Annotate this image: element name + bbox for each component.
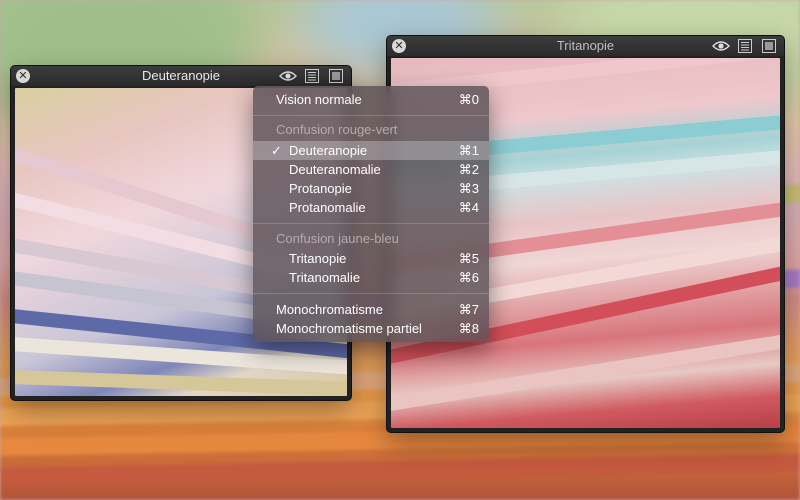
background-swatch bbox=[0, 450, 800, 488]
menu-item-deuteranomalie[interactable]: Deuteranomalie ⌘2 bbox=[253, 160, 489, 179]
menu-item-shortcut: ⌘0 bbox=[458, 92, 479, 107]
menu-item-label: Vision normale bbox=[276, 92, 362, 107]
menu-item-shortcut: ⌘1 bbox=[458, 143, 479, 158]
paper-swatch bbox=[15, 368, 347, 396]
menu-item-protanopie[interactable]: Protanopie ⌘3 bbox=[253, 179, 489, 198]
menu-separator bbox=[253, 293, 489, 294]
menu-item-label: Tritanomalie bbox=[289, 270, 361, 285]
menu-item-label: Tritanopie bbox=[289, 251, 347, 266]
menu-item-shortcut: ⌘2 bbox=[458, 162, 479, 177]
menu-item-label: Monochromatisme partiel bbox=[276, 321, 422, 336]
menu-item-shortcut: ⌘6 bbox=[458, 270, 479, 285]
menu-item-label: Deuteranopie bbox=[289, 143, 368, 158]
close-icon[interactable]: ✕ bbox=[392, 39, 406, 53]
menu-item-label: Deuteranomalie bbox=[289, 162, 381, 177]
menu-separator bbox=[253, 223, 489, 224]
menu-item-monochromatisme[interactable]: Monochromatisme ⌘7 bbox=[253, 300, 489, 319]
window-titlebar[interactable]: Tritanopie ✕ bbox=[387, 36, 784, 56]
menu-item-monochromatisme-partiel[interactable]: Monochromatisme partiel ⌘8 bbox=[253, 319, 489, 338]
menu-item-deuteranopie[interactable]: ✓ Deuteranopie ⌘1 bbox=[253, 141, 489, 160]
square-icon[interactable] bbox=[760, 38, 778, 54]
menu-group-header: Confusion jaune-bleu bbox=[276, 231, 399, 246]
list-icon[interactable] bbox=[303, 68, 321, 84]
menu-item-label: Protanomalie bbox=[289, 200, 366, 215]
filter-menu[interactable]: Vision normale ⌘0 Confusion rouge-vert ✓… bbox=[253, 86, 489, 342]
menu-group-header: Confusion rouge-vert bbox=[276, 122, 398, 137]
menu-separator bbox=[253, 115, 489, 116]
menu-item-shortcut: ⌘8 bbox=[458, 321, 479, 336]
menu-item-shortcut: ⌘4 bbox=[458, 200, 479, 215]
menu-item-shortcut: ⌘3 bbox=[458, 181, 479, 196]
eye-icon[interactable] bbox=[712, 38, 730, 54]
menu-item-vision-normale[interactable]: Vision normale ⌘0 bbox=[253, 90, 489, 109]
menu-item-shortcut: ⌘5 bbox=[458, 251, 479, 266]
menu-item-tritanopie[interactable]: Tritanopie ⌘5 bbox=[253, 249, 489, 268]
menu-item-shortcut: ⌘7 bbox=[458, 302, 479, 317]
list-icon[interactable] bbox=[736, 38, 754, 54]
window-titlebar[interactable]: Deuteranopie ✕ bbox=[11, 66, 351, 86]
menu-item-protanomalie[interactable]: Protanomalie ⌘4 bbox=[253, 198, 489, 217]
menu-item-label: Protanopie bbox=[289, 181, 352, 196]
menu-item-tritanomalie[interactable]: Tritanomalie ⌘6 bbox=[253, 268, 489, 287]
menu-item-label: Monochromatisme bbox=[276, 302, 383, 317]
close-icon[interactable]: ✕ bbox=[16, 69, 30, 83]
eye-icon[interactable] bbox=[279, 68, 297, 84]
check-icon: ✓ bbox=[271, 143, 282, 158]
square-icon[interactable] bbox=[327, 68, 345, 84]
